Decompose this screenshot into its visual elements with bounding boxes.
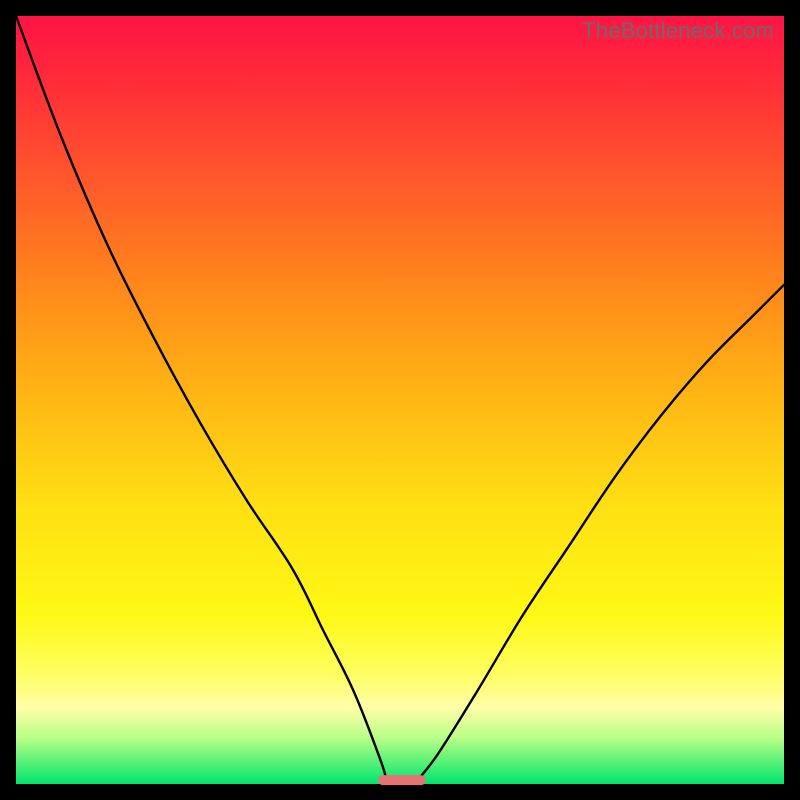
curve-right-path — [418, 285, 784, 780]
chart-svg — [16, 16, 784, 784]
curve-left-path — [16, 16, 386, 780]
minimum-marker — [378, 775, 426, 785]
plot-area: TheBottleneck.com — [16, 16, 784, 784]
chart-frame: TheBottleneck.com — [0, 0, 800, 800]
